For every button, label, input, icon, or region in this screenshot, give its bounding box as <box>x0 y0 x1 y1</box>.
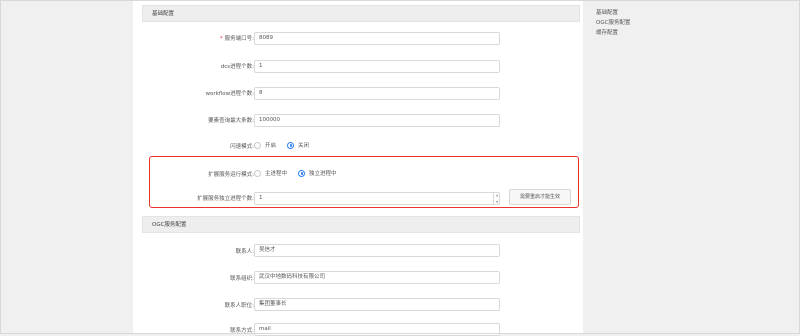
contact-input[interactable]: 吴信才 <box>254 244 500 257</box>
max-query-label: 要素查询最大条数: <box>208 118 254 124</box>
position-label: 联系人职位: <box>224 303 254 309</box>
port-label-text: 服务端口号: <box>224 36 254 42</box>
chevron-down-icon[interactable]: ▼ <box>496 200 498 204</box>
restart-required-button[interactable]: 需要重启才能生效 <box>509 189 571 205</box>
fastmode-option-on[interactable]: 开启 <box>254 141 276 149</box>
required-mark: * <box>219 36 223 42</box>
section-header-basic: 基础配置 <box>142 5 580 22</box>
port-label: * 服务端口号: <box>220 34 254 42</box>
org-label: 联系组织: <box>230 276 254 282</box>
ext-mode-option-main[interactable]: 主进程中 <box>254 169 287 177</box>
ext-mode-radio-group: 主进程中 独立进程中 <box>254 167 348 179</box>
fastmode-label: 闪速模式: <box>230 144 254 150</box>
fastmode-radio-group: 开启 关闭 <box>254 139 320 151</box>
ext-count-input[interactable]: 1 <box>254 192 500 205</box>
option-label: 主进程中 <box>265 171 288 177</box>
max-query-input[interactable]: 100000 <box>254 114 500 127</box>
org-input[interactable]: 武汉中地数码科技有限公司 <box>254 271 500 284</box>
port-input[interactable]: 8089 <box>254 32 500 45</box>
ext-mode-option-independent[interactable]: 独立进程中 <box>298 169 337 177</box>
fastmode-option-off[interactable]: 关闭 <box>287 141 309 149</box>
chevron-up-icon[interactable]: ▲ <box>496 193 498 197</box>
ext-count-label: 扩展服务独立进程个数: <box>197 196 254 202</box>
method-input[interactable]: mail <box>254 323 500 336</box>
contact-label: 联系人: <box>235 249 254 255</box>
anchor-nav: 基础配置 OGC服务配置 缓存配置 <box>596 8 630 38</box>
ext-count-stepper[interactable]: ▲ ▼ <box>493 192 500 205</box>
section-header-ogc: OGC服务配置 <box>142 216 580 233</box>
ext-mode-label: 扩展服务运行模式: <box>208 172 254 178</box>
workflow-label: workflow进程个数: <box>205 91 255 97</box>
radio-icon[interactable] <box>254 141 261 149</box>
dcs-input[interactable]: 1 <box>254 60 500 73</box>
radio-checked-icon[interactable] <box>298 169 306 177</box>
dcs-label: dcs进程个数: <box>220 64 254 70</box>
position-input[interactable]: 集团董事长 <box>254 298 500 311</box>
method-label: 联系方式: <box>230 328 254 334</box>
option-label: 独立进程中 <box>309 171 337 177</box>
anchor-link-ogc[interactable]: OGC服务配置 <box>596 18 630 28</box>
option-label: 关闭 <box>298 143 310 149</box>
anchor-link-basic[interactable]: 基础配置 <box>596 8 630 18</box>
radio-checked-icon[interactable] <box>287 141 295 149</box>
radio-icon[interactable] <box>254 169 261 177</box>
anchor-link-cache[interactable]: 缓存配置 <box>596 28 630 38</box>
workflow-input[interactable]: 8 <box>254 87 500 100</box>
option-label: 开启 <box>265 143 277 149</box>
